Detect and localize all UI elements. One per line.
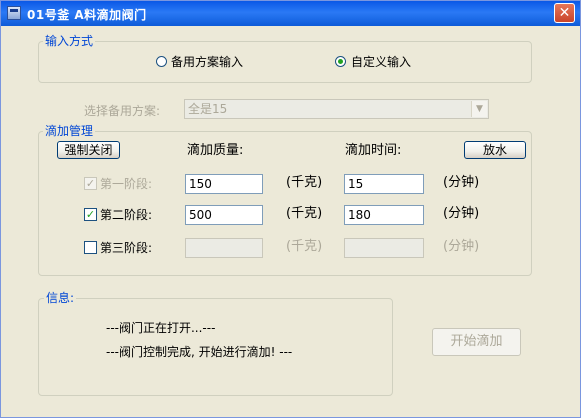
stage-3-checkbox[interactable] (84, 241, 97, 254)
stage-3-label: 第三阶段: (100, 241, 153, 255)
stage-2-mass-unit: (千克) (286, 206, 323, 221)
radio-backup-plan-label[interactable]: 备用方案输入 (171, 55, 243, 69)
backup-plan-value: 全是15 (188, 102, 228, 116)
stage-2-time-unit: (分钟) (443, 206, 480, 221)
stage-2-checkbox[interactable]: ✓ (84, 208, 97, 221)
input-mode-group (38, 41, 532, 83)
backup-plan-label: 选择备用方案: (84, 104, 161, 118)
stage-2-time-input[interactable] (344, 205, 424, 225)
stage-1-checkbox[interactable]: ✓ (84, 177, 97, 190)
main-window: 01号釜 A料滴加阀门 ✕ 输入方式 备用方案输入 自定义输入 选择备用方案: … (0, 0, 581, 418)
close-button[interactable]: ✕ (554, 3, 575, 23)
radio-custom-input-label[interactable]: 自定义输入 (351, 55, 411, 69)
window-title: 01号釜 A料滴加阀门 (27, 8, 147, 22)
title-bar[interactable]: 01号釜 A料滴加阀门 ✕ (1, 1, 580, 26)
stage-2-label: 第二阶段: (100, 208, 153, 222)
backup-plan-select[interactable]: 全是15 ▼ (184, 99, 489, 119)
time-header: 滴加时间: (345, 143, 402, 158)
chevron-down-icon[interactable]: ▼ (471, 101, 487, 117)
mass-header: 滴加质量: (187, 143, 244, 158)
stage-1-mass-unit: (千克) (286, 175, 323, 190)
stage-2-mass-input[interactable] (185, 205, 263, 225)
start-drip-button[interactable]: 开始滴加 (432, 328, 521, 356)
stage-3-time-unit: (分钟) (443, 239, 480, 254)
radio-custom-input[interactable] (335, 56, 346, 67)
stage-3-mass-unit: (千克) (286, 239, 323, 254)
info-legend: 信息: (44, 291, 77, 305)
drip-management-legend: 滴加管理 (43, 124, 96, 138)
input-mode-legend: 输入方式 (43, 34, 96, 48)
info-line-1: ---阀门正在打开...--- (106, 321, 216, 335)
force-close-button[interactable]: 强制关闭 (57, 141, 120, 159)
radio-backup-plan[interactable] (156, 56, 167, 67)
stage-3-mass-input[interactable] (185, 238, 263, 258)
drain-button[interactable]: 放水 (464, 141, 526, 159)
stage-1-time-input[interactable] (344, 174, 424, 194)
stage-1-mass-input[interactable] (185, 174, 263, 194)
app-icon (7, 6, 21, 20)
close-icon: ✕ (558, 5, 571, 21)
stage-1-label: 第一阶段: (100, 177, 153, 191)
info-line-2: ---阀门控制完成, 开始进行滴加! --- (106, 345, 293, 359)
stage-1-time-unit: (分钟) (443, 175, 480, 190)
stage-3-time-input[interactable] (344, 238, 424, 258)
